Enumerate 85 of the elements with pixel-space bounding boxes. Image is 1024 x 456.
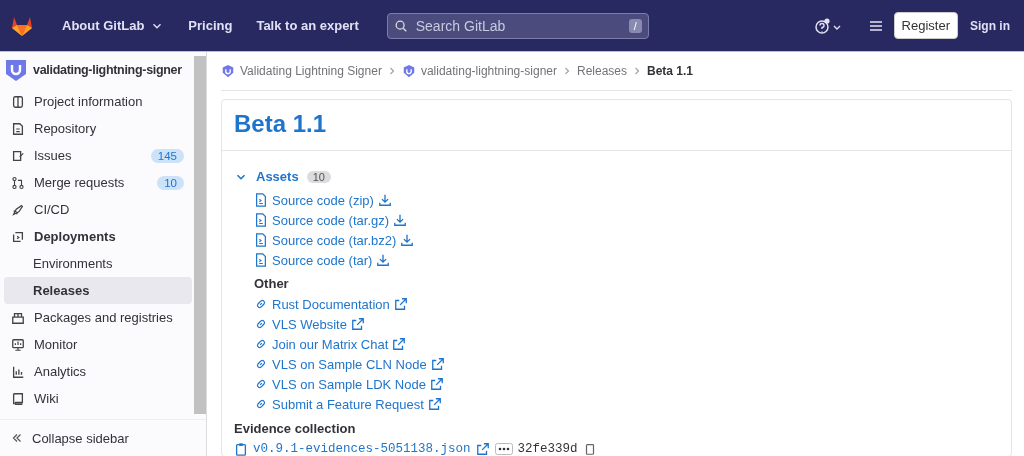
external-link[interactable]: Rust Documentation: [272, 296, 390, 312]
avatar-icon: [221, 64, 235, 78]
source-code-link[interactable]: Source code (tar): [272, 252, 373, 268]
sidebar-item[interactable]: Releases: [4, 277, 192, 304]
download-icon: [376, 253, 391, 267]
source-code-link[interactable]: Source code (tar.bz2): [272, 232, 397, 248]
shortcut-key: /: [628, 18, 642, 33]
project-name[interactable]: validating-lightning-signer: [33, 63, 182, 77]
project-avatar-icon: [4, 58, 28, 82]
monitor-icon: [11, 337, 25, 352]
sidebar-item[interactable]: CI/CD: [4, 196, 192, 223]
sidebar-item[interactable]: Packages and registries: [4, 304, 192, 331]
nav-link[interactable]: Talk to an expert: [256, 18, 359, 33]
issues-icon: [11, 148, 25, 163]
info-icon: [11, 94, 25, 109]
sidebar-item[interactable]: Analytics: [4, 358, 192, 385]
double-chevron-left-icon: [10, 431, 24, 445]
download-icon: [377, 193, 392, 207]
download-icon: [393, 213, 408, 227]
external-link[interactable]: Join our Matrix Chat: [272, 336, 389, 352]
chart-icon: [11, 364, 25, 379]
section-heading: Other: [254, 276, 290, 291]
file-icon: [11, 121, 25, 136]
release-title[interactable]: Beta 1.1: [222, 100, 1011, 151]
sign-in-link[interactable]: Sign in: [970, 18, 1010, 33]
count-badge: 145: [150, 148, 184, 163]
link-icon: [254, 377, 268, 391]
sidebar-item[interactable]: Project information: [4, 88, 192, 115]
file-code-icon: [254, 253, 268, 267]
link-icon: [254, 317, 268, 331]
external-link-icon: [475, 442, 490, 456]
chevron-right-icon: [387, 67, 396, 75]
scrollbar[interactable]: [194, 56, 206, 414]
assets-toggle[interactable]: Assets 10: [234, 169, 331, 184]
book-icon: [11, 391, 25, 406]
external-link-icon: [430, 357, 445, 371]
breadcrumb-link[interactable]: validating-lightning-signer: [401, 64, 557, 78]
deployments-icon: [11, 229, 25, 244]
register-button[interactable]: Register: [893, 12, 958, 39]
sidebar-item[interactable]: Monitor: [4, 331, 192, 358]
breadcrumb-link[interactable]: Validating Lightning Signer: [221, 64, 382, 78]
external-link[interactable]: VLS Website: [272, 316, 347, 332]
clipboard-icon: [234, 442, 248, 456]
package-icon: [11, 310, 25, 325]
file-code-icon: [254, 193, 268, 207]
external-link-icon: [350, 317, 365, 331]
link-icon: [254, 357, 268, 371]
evidence-file-link[interactable]: v0.9.1-evidences-5051138.json: [253, 442, 471, 456]
chevron-right-icon: [562, 67, 571, 75]
more-icon[interactable]: [494, 443, 513, 455]
sidebar-item[interactable]: Wiki: [4, 385, 192, 412]
external-link-icon: [427, 397, 442, 411]
sidebar-item[interactable]: Repository: [4, 115, 192, 142]
download-icon: [400, 233, 415, 247]
search-field[interactable]: Search GitLab: [413, 16, 623, 35]
commit-sha: 32fe339d: [517, 442, 578, 456]
search-icon: [393, 18, 408, 33]
external-link-icon: [429, 377, 444, 391]
sidebar-item[interactable]: Issues 145: [4, 142, 192, 169]
nav-link[interactable]: Pricing: [188, 18, 233, 33]
link-icon: [254, 297, 268, 311]
chevron-right-icon: [633, 67, 641, 75]
link-icon: [254, 337, 268, 351]
sidebar-item[interactable]: Merge requests 10: [4, 169, 192, 196]
external-link[interactable]: VLS on Sample CLN Node: [272, 356, 427, 372]
external-link[interactable]: Submit a Feature Request: [272, 396, 424, 412]
collapse-sidebar-button[interactable]: Collapse sidebar: [0, 419, 206, 456]
nav-link[interactable]: About GitLab: [62, 18, 165, 33]
link-icon: [254, 397, 268, 411]
external-link-icon: [392, 337, 407, 351]
breadcrumb-link[interactable]: Releases: [576, 64, 627, 78]
sidebar-item[interactable]: Environments: [4, 250, 192, 277]
external-link[interactable]: VLS on Sample LDK Node: [272, 376, 426, 392]
avatar-icon: [401, 64, 416, 78]
section-heading: Evidence collection: [234, 421, 357, 436]
count-badge: 10: [157, 175, 184, 190]
file-code-icon: [254, 213, 268, 227]
merge-request-icon: [11, 175, 25, 190]
breadcrumb-link[interactable]: Beta 1.1: [647, 64, 694, 78]
file-code-icon: [254, 233, 268, 247]
external-link-icon: [393, 297, 408, 311]
sidebar-item[interactable]: Deployments: [4, 223, 192, 250]
source-code-link[interactable]: Source code (zip): [272, 192, 374, 208]
source-code-link[interactable]: Source code (tar.gz): [272, 212, 390, 228]
count-badge: 10: [306, 170, 331, 183]
